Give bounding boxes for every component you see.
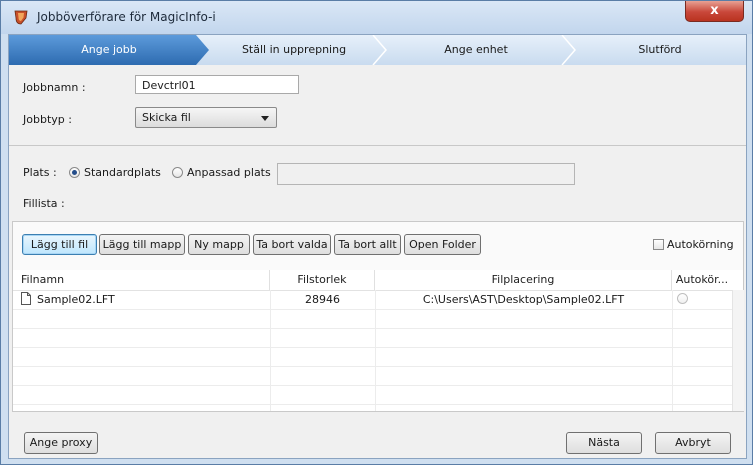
- step-ange-jobb: Ange jobb: [81, 43, 137, 56]
- standard-location-label[interactable]: Standardplats: [84, 166, 161, 179]
- table-row-empty: [13, 366, 743, 386]
- file-name-cell: Sample02.LFT: [37, 293, 115, 306]
- wizard-steps: Ange jobb Ställ in upprepning Ange enhet…: [9, 35, 746, 65]
- wizard-body: Ange jobb Ställ in upprepning Ange enhet…: [8, 34, 747, 459]
- column-filplacering[interactable]: Filplacering: [375, 270, 672, 290]
- file-table[interactable]: Filnamn Filstorlek Filplacering Autokör.…: [13, 270, 744, 411]
- column-autokor[interactable]: Autokör...: [672, 270, 732, 290]
- standard-location-radio[interactable]: [69, 167, 80, 178]
- new-folder-button[interactable]: Ny mapp: [188, 234, 250, 255]
- add-file-button[interactable]: Lägg till fil: [22, 234, 97, 255]
- column-divider: [270, 290, 271, 411]
- custom-location-input: [277, 163, 575, 185]
- set-proxy-button[interactable]: Ange proxy: [24, 432, 98, 454]
- chevron-down-icon: [261, 116, 269, 121]
- remove-all-button[interactable]: Ta bort allt: [334, 234, 401, 255]
- file-icon: [21, 292, 31, 305]
- column-filstorlek[interactable]: Filstorlek: [270, 270, 375, 290]
- title-bar[interactable]: Jobböverförare för MagicInfo-i x: [1, 1, 752, 34]
- cancel-button[interactable]: Avbryt: [655, 432, 731, 454]
- custom-location-radio[interactable]: [172, 167, 183, 178]
- job-name-input[interactable]: Devctrl01: [135, 75, 299, 94]
- job-type-label: Jobbtyp :: [23, 113, 72, 126]
- app-window: Jobböverförare för MagicInfo-i x Ange jo…: [0, 0, 753, 465]
- column-divider: [672, 290, 673, 411]
- job-name-label: Jobbnamn :: [23, 81, 86, 94]
- close-button[interactable]: x: [685, 1, 744, 22]
- step-stall-in-upprepning: Ställ in upprepning: [241, 43, 347, 56]
- file-size-cell: 28946: [305, 293, 340, 306]
- row-autorun-radio[interactable]: [677, 293, 688, 304]
- step-ange-enhet: Ange enhet: [444, 43, 508, 56]
- autorun-checkbox[interactable]: [653, 239, 664, 250]
- close-icon: x: [710, 3, 719, 18]
- section-divider: [9, 145, 746, 146]
- file-list-label: Fillista :: [23, 197, 65, 210]
- table-row-empty: [13, 385, 743, 405]
- autorun-label[interactable]: Autokörning: [667, 238, 734, 251]
- open-folder-button[interactable]: Open Folder: [404, 234, 481, 255]
- table-row[interactable]: Sample02.LFT 28946 C:\Users\AST\Desktop\…: [13, 290, 743, 310]
- file-location-cell: C:\Users\AST\Desktop\Sample02.LFT: [422, 293, 625, 306]
- step-slutford: Slutförd: [638, 43, 682, 56]
- column-divider: [375, 290, 376, 411]
- add-folder-button[interactable]: Lägg till mapp: [99, 234, 185, 255]
- custom-location-label[interactable]: Anpassad plats: [187, 166, 271, 179]
- table-row-empty: [13, 328, 743, 348]
- job-type-select[interactable]: Skicka fil: [135, 107, 277, 128]
- remove-selected-button[interactable]: Ta bort valda: [253, 234, 331, 255]
- column-filnamn[interactable]: Filnamn: [13, 270, 270, 290]
- location-label: Plats :: [23, 166, 57, 179]
- table-scrollbar[interactable]: [732, 290, 744, 411]
- app-logo-icon: [14, 10, 28, 25]
- table-row-empty: [13, 309, 743, 329]
- table-header: Filnamn Filstorlek Filplacering Autokör.…: [13, 270, 743, 291]
- table-row-empty: [13, 347, 743, 367]
- next-button[interactable]: Nästa: [566, 432, 642, 454]
- file-list-panel: Lägg till fil Lägg till mapp Ny mapp Ta …: [12, 221, 744, 412]
- window-title: Jobböverförare för MagicInfo-i: [37, 10, 216, 24]
- job-type-value: Skicka fil: [142, 111, 191, 124]
